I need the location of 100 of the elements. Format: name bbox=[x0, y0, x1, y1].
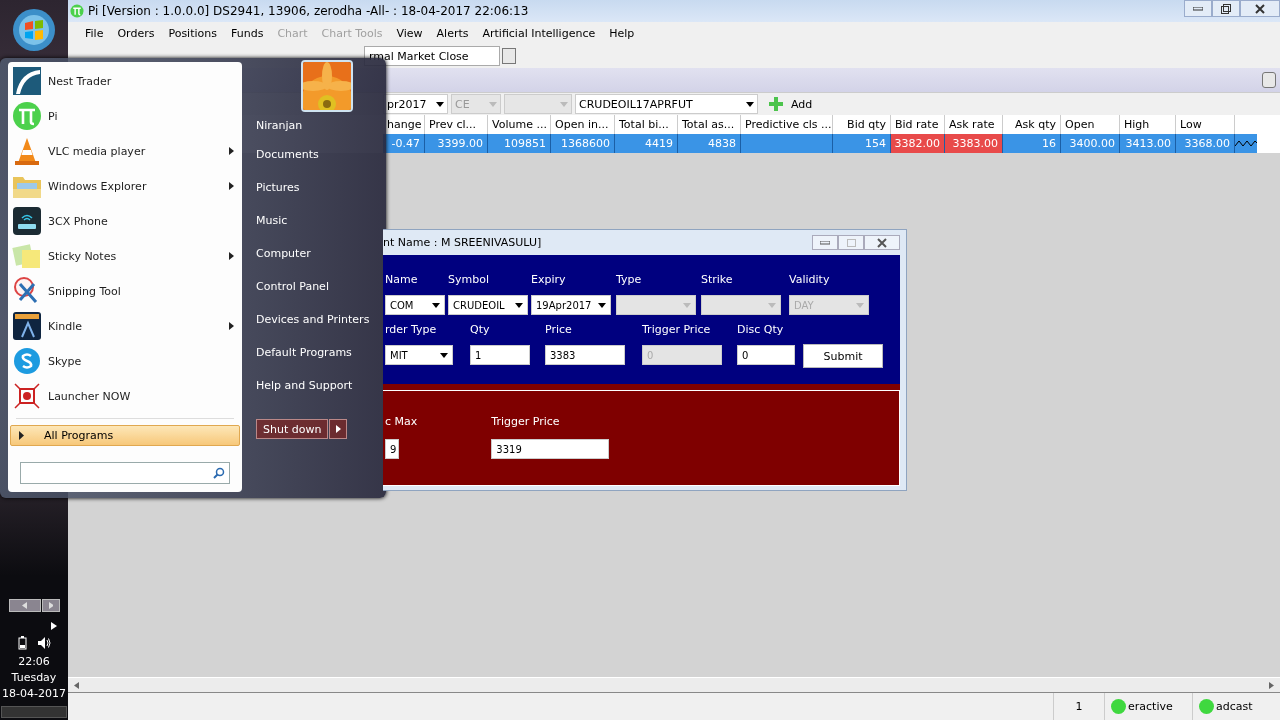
start-menu-link[interactable]: Control Panel bbox=[256, 270, 386, 303]
input-field[interactable]: 3319 bbox=[491, 439, 610, 459]
start-menu-link[interactable]: Default Programs bbox=[256, 336, 386, 369]
table-cell: -0.47 bbox=[383, 134, 425, 153]
field-label: Name bbox=[385, 273, 419, 288]
start-menu-link[interactable]: Pictures bbox=[256, 171, 386, 204]
dropdown-caret-icon bbox=[856, 302, 864, 308]
show-hidden-icons-arrow-icon[interactable] bbox=[51, 622, 57, 630]
field-label: Trigger Price bbox=[642, 323, 712, 338]
menu-item[interactable]: View bbox=[389, 26, 430, 40]
search-field[interactable] bbox=[20, 462, 230, 484]
input-field[interactable]: 9 bbox=[385, 439, 399, 459]
battery-icon[interactable] bbox=[17, 636, 27, 650]
program-item[interactable]: Skype bbox=[8, 343, 242, 379]
restore-button[interactable] bbox=[1212, 0, 1240, 17]
dropdown-caret-icon bbox=[432, 302, 440, 308]
status-count: 1 bbox=[1053, 693, 1104, 720]
dropdown-field[interactable]: 19Apr2017 bbox=[531, 295, 611, 315]
shut-down-button[interactable]: Shut down bbox=[256, 419, 329, 439]
clock-day: Tuesday bbox=[11, 670, 57, 686]
dropdown-caret-icon bbox=[746, 101, 754, 107]
shut-down-options-button[interactable] bbox=[329, 419, 348, 439]
program-item[interactable]: Kindle bbox=[8, 308, 242, 344]
minimize-icon bbox=[820, 240, 830, 245]
close-button[interactable] bbox=[864, 235, 900, 250]
close-button[interactable] bbox=[1240, 0, 1280, 17]
close-icon bbox=[877, 237, 887, 248]
dropdown-field[interactable]: COM bbox=[385, 295, 445, 315]
chat-app-icon bbox=[12, 346, 42, 377]
table-cell: 3413.00 bbox=[1120, 134, 1176, 153]
dropdown-field[interactable]: MIT bbox=[385, 345, 453, 365]
program-item[interactable]: Sticky Notes bbox=[8, 238, 242, 274]
start-menu-link[interactable]: Help and Support bbox=[256, 369, 386, 402]
clock-time: 22:06 bbox=[18, 654, 50, 670]
table-cell: 3382.00 bbox=[891, 134, 945, 153]
window-title: nt Name : M SREENIVASULU] bbox=[383, 236, 542, 249]
menu-item[interactable]: File bbox=[78, 26, 111, 40]
menu-item[interactable]: Funds bbox=[224, 26, 271, 40]
dropdown-field[interactable]: CRUDEOIL bbox=[448, 295, 528, 315]
add-button[interactable]: Add bbox=[765, 97, 817, 111]
program-item[interactable]: 3CX Phone bbox=[8, 203, 242, 239]
input-field[interactable]: 1 bbox=[470, 345, 530, 365]
program-item[interactable]: Windows Explorer bbox=[8, 168, 242, 204]
program-item[interactable]: VLC media player bbox=[8, 133, 242, 169]
scroll-right-arrow-icon[interactable] bbox=[1269, 681, 1274, 689]
field-label: Symbol bbox=[448, 273, 490, 288]
close-icon bbox=[1255, 3, 1265, 14]
market-status-dropdown[interactable]: rmal Market Close bbox=[364, 46, 500, 66]
scroll-right-button[interactable] bbox=[41, 599, 60, 612]
program-item[interactable]: Launcher NOW bbox=[8, 378, 242, 414]
user-name[interactable]: Niranjan bbox=[256, 112, 386, 138]
start-menu-link[interactable]: Documents bbox=[256, 138, 386, 171]
field-label: Disc Qty bbox=[737, 323, 785, 338]
maximize-icon bbox=[846, 238, 856, 247]
status-label: eractive bbox=[1127, 700, 1173, 713]
menu-item[interactable]: Alerts bbox=[429, 26, 476, 40]
table-cell: 1368600 bbox=[551, 134, 615, 153]
filter-dropdown[interactable]: CRUDEOIL17APRFUT bbox=[575, 94, 758, 114]
dropdown-button[interactable] bbox=[502, 48, 516, 64]
restore-icon bbox=[1221, 3, 1231, 14]
sparkline-icon bbox=[1235, 134, 1257, 153]
menu-item[interactable]: Positions bbox=[161, 26, 224, 40]
program-item[interactable]: Nest Trader bbox=[8, 64, 242, 99]
dropdown-caret-icon bbox=[560, 101, 568, 107]
swoosh-icon bbox=[12, 66, 42, 97]
all-programs-item[interactable]: All Programs bbox=[10, 424, 240, 447]
table-cell: 3368.00 bbox=[1176, 134, 1235, 153]
start-menu-link[interactable]: Devices and Printers bbox=[256, 303, 386, 336]
table-cell: 4419 bbox=[615, 134, 678, 153]
table-cell: 109851 bbox=[488, 134, 551, 153]
field-label: Validity bbox=[789, 273, 831, 288]
field-label: Type bbox=[616, 273, 643, 288]
start-orb-icon[interactable] bbox=[12, 8, 56, 52]
menu-item[interactable]: Orders bbox=[110, 26, 162, 40]
menu-item[interactable]: Help bbox=[602, 26, 642, 40]
submit-button[interactable]: Submit bbox=[803, 344, 883, 368]
input-field[interactable]: 0 bbox=[737, 345, 795, 365]
dropdown-caret-icon bbox=[598, 302, 606, 308]
start-menu-link[interactable]: Music bbox=[256, 204, 386, 237]
expand-arrow-icon bbox=[19, 431, 24, 440]
column-header[interactable]: Total bi... bbox=[615, 115, 678, 134]
window-title: Pi [Version : 1.0.0.0] DS2941, 13906, zerodha -All- : 18-04-2017 22:06:13 bbox=[88, 4, 530, 18]
dropdown-caret-icon bbox=[489, 101, 497, 107]
pi-logo-icon bbox=[70, 4, 84, 18]
field-label: Price bbox=[545, 323, 573, 338]
pi-logo-icon bbox=[12, 101, 42, 132]
scroll-left-arrow-icon[interactable] bbox=[74, 681, 79, 689]
filter-dropdown[interactable]: pr2017 bbox=[383, 94, 448, 114]
scroll-left-button[interactable] bbox=[8, 599, 41, 612]
table-cell: 16 bbox=[1003, 134, 1061, 153]
field-label: Expiry bbox=[531, 273, 567, 288]
program-item[interactable]: Snipping Tool bbox=[8, 273, 242, 309]
column-header[interactable]: Total as... bbox=[678, 115, 741, 134]
input-field[interactable]: 3383 bbox=[545, 345, 625, 365]
program-item[interactable]: Pi bbox=[8, 98, 242, 134]
expand-button[interactable] bbox=[1262, 72, 1276, 88]
table-cell: 4838 bbox=[678, 134, 741, 153]
speaker-icon[interactable] bbox=[36, 636, 51, 650]
clock-date: 18-04-2017 bbox=[2, 686, 66, 702]
menu-item[interactable]: Artificial Intelligence bbox=[475, 26, 603, 40]
